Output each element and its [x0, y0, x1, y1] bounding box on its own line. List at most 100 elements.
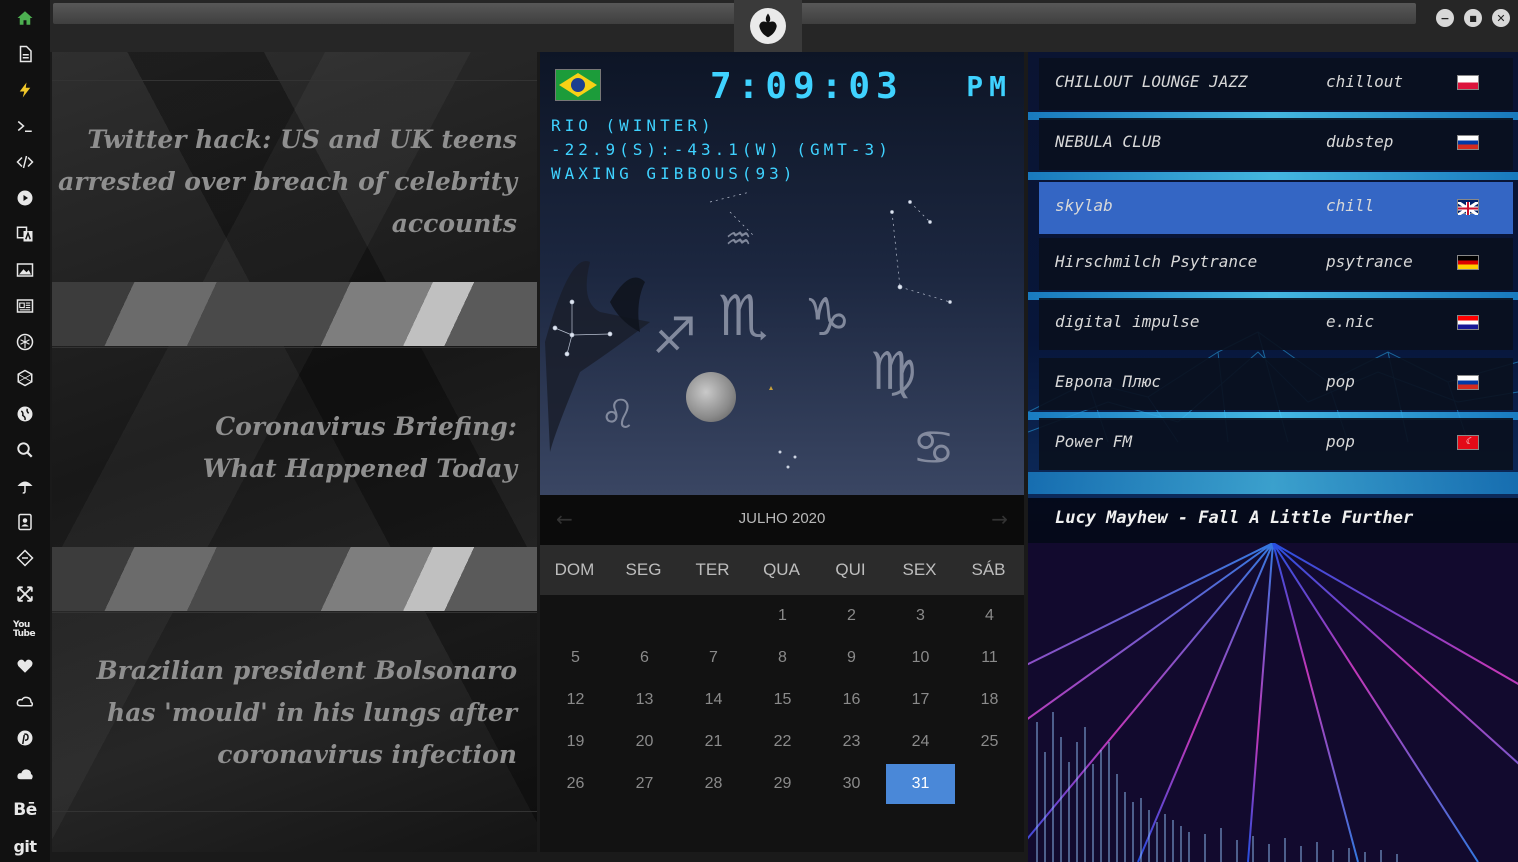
station-name: CHILLOUT LOUNGE JAZZ [1055, 72, 1248, 91]
equalizer-bar [1380, 850, 1382, 862]
cloud-icon[interactable] [13, 762, 37, 786]
zodiac-virgo-glyph: ♍ [870, 342, 917, 402]
document-icon[interactable] [13, 42, 37, 66]
day-name: DOM [554, 560, 595, 579]
calendar-day[interactable]: 3 [886, 595, 955, 637]
radio-station[interactable]: digital impulse e.nic [1039, 298, 1513, 350]
turkey-flag-icon: ☾ [1457, 435, 1479, 450]
moon-phase: WAXING GIBBOUS(93) [551, 164, 797, 183]
close-icon: ✕ [1496, 11, 1506, 25]
calendar-day[interactable]: 25 [955, 721, 1024, 763]
station-genre: pop [1326, 372, 1355, 391]
maximize-button[interactable]: ■ [1464, 9, 1482, 27]
globe-icon[interactable] [13, 402, 37, 426]
minimize-button[interactable]: − [1436, 9, 1454, 27]
day-name: SEX [902, 560, 937, 579]
calendar-day[interactable]: 9 [817, 637, 886, 679]
rebel-logo-tab[interactable] [734, 0, 802, 52]
heart-icon[interactable] [13, 654, 37, 678]
calendar-day[interactable]: 5 [541, 637, 610, 679]
search-icon[interactable] [13, 438, 37, 462]
calendar-day[interactable]: 22 [748, 721, 817, 763]
radio-station-selected[interactable]: skylab chill [1039, 182, 1513, 234]
news-item[interactable]: Brazilian president Bolsonaro has 'mould… [52, 650, 537, 776]
umbrella-icon[interactable] [13, 474, 37, 498]
calendar-day[interactable]: 7 [679, 637, 748, 679]
calendar-day[interactable]: 23 [817, 721, 886, 763]
news-item[interactable]: Coronavirus Briefing: What Happened Toda… [52, 406, 537, 490]
calendar-day[interactable]: 21 [679, 721, 748, 763]
calendar-day [610, 595, 679, 637]
calendar-day[interactable]: 28 [679, 763, 748, 805]
day-name: TER [695, 560, 730, 579]
calendar-day[interactable]: 19 [541, 721, 610, 763]
calendar-day[interactable]: 14 [679, 679, 748, 721]
calendar-day-today[interactable]: 31 [886, 764, 955, 804]
equalizer-bar [1348, 848, 1350, 862]
calendar-day[interactable]: 27 [610, 763, 679, 805]
station-genre: chillout [1326, 72, 1404, 91]
newspaper-icon[interactable] [13, 294, 37, 318]
home-icon[interactable] [13, 6, 37, 30]
calendar-day[interactable]: 20 [610, 721, 679, 763]
calendar-day [955, 763, 1024, 805]
calendar-day[interactable]: 1 [748, 595, 817, 637]
youtube-icon[interactable]: You Tube [13, 618, 37, 642]
news-divider [52, 80, 537, 81]
close-button[interactable]: ✕ [1492, 9, 1510, 27]
calendar-day[interactable]: 16 [817, 679, 886, 721]
pinterest-icon[interactable] [13, 726, 37, 750]
calendar-day[interactable]: 29 [748, 763, 817, 805]
image-icon[interactable] [13, 258, 37, 282]
brazil-flag-icon[interactable] [555, 69, 601, 101]
equalizer-bar [1252, 836, 1254, 862]
calendar-day[interactable]: 26 [541, 763, 610, 805]
behance-icon[interactable]: Bē [13, 798, 37, 822]
rebel-alliance-icon[interactable] [13, 330, 37, 354]
cloud-link-icon[interactable] [13, 690, 37, 714]
play-icon[interactable] [13, 186, 37, 210]
terminal-icon[interactable] [13, 114, 37, 138]
calendar-day[interactable]: 6 [610, 637, 679, 679]
calendar-day[interactable]: 17 [886, 679, 955, 721]
translate-icon[interactable] [13, 222, 37, 246]
calendar-day[interactable]: 18 [955, 679, 1024, 721]
git-icon[interactable]: git [13, 834, 37, 858]
calendar-day[interactable]: 15 [748, 679, 817, 721]
hexagon-icon[interactable] [13, 366, 37, 390]
git-label: git [13, 836, 37, 856]
rebel-alliance-logo-icon [750, 8, 786, 44]
radio-station[interactable]: NEBULA CLUB dubstep [1039, 118, 1513, 170]
calendar-day[interactable]: 8 [748, 637, 817, 679]
calendar-day[interactable]: 24 [886, 721, 955, 763]
zodiac-leo-glyph: ♌ [600, 392, 636, 438]
code-icon[interactable] [13, 150, 37, 174]
zodiac-cancer-glyph: ♋ [912, 420, 956, 476]
equalizer-bar [1132, 802, 1134, 862]
calendar-day[interactable]: 12 [541, 679, 610, 721]
git-diff-icon[interactable] [13, 546, 37, 570]
calendar-day[interactable]: 2 [817, 595, 886, 637]
radio-station[interactable]: Power FM pop ☾ [1039, 418, 1513, 470]
equalizer-bar [1140, 798, 1142, 862]
lightning-icon[interactable] [13, 78, 37, 102]
equalizer-bar [1300, 846, 1302, 862]
radio-station[interactable]: Hirschmilch Psytrance psytrance [1039, 238, 1513, 290]
contact-icon[interactable] [13, 510, 37, 534]
calendar-day[interactable]: 11 [955, 637, 1024, 679]
radio-station[interactable]: Европа Плюс pop [1039, 358, 1513, 410]
calendar-day[interactable]: 4 [955, 595, 1024, 637]
expand-icon[interactable] [13, 582, 37, 606]
calendar-day[interactable]: 13 [610, 679, 679, 721]
calendar-day[interactable]: 10 [886, 637, 955, 679]
calendar-day[interactable]: 30 [817, 763, 886, 805]
equalizer-bar [1220, 828, 1222, 862]
equalizer-bar [1092, 764, 1094, 862]
equalizer-bar [1268, 844, 1270, 862]
now-playing-track: Lucy Mayhew - Fall A Little Further [1055, 508, 1414, 528]
calendar-next-button[interactable]: → [991, 507, 1008, 531]
radio-panel: CHILLOUT LOUNGE JAZZ chillout NEBULA CLU… [1028, 52, 1518, 862]
radio-station[interactable]: CHILLOUT LOUNGE JAZZ chillout [1039, 58, 1513, 110]
news-item[interactable]: Twitter hack: US and UK teens arrested o… [52, 119, 537, 245]
clock-panel: ♐ ♏ ♑ ♍ ♋ ♌ ♒ 7:09:03 PM RIO (WINTER) -2… [540, 52, 1024, 495]
